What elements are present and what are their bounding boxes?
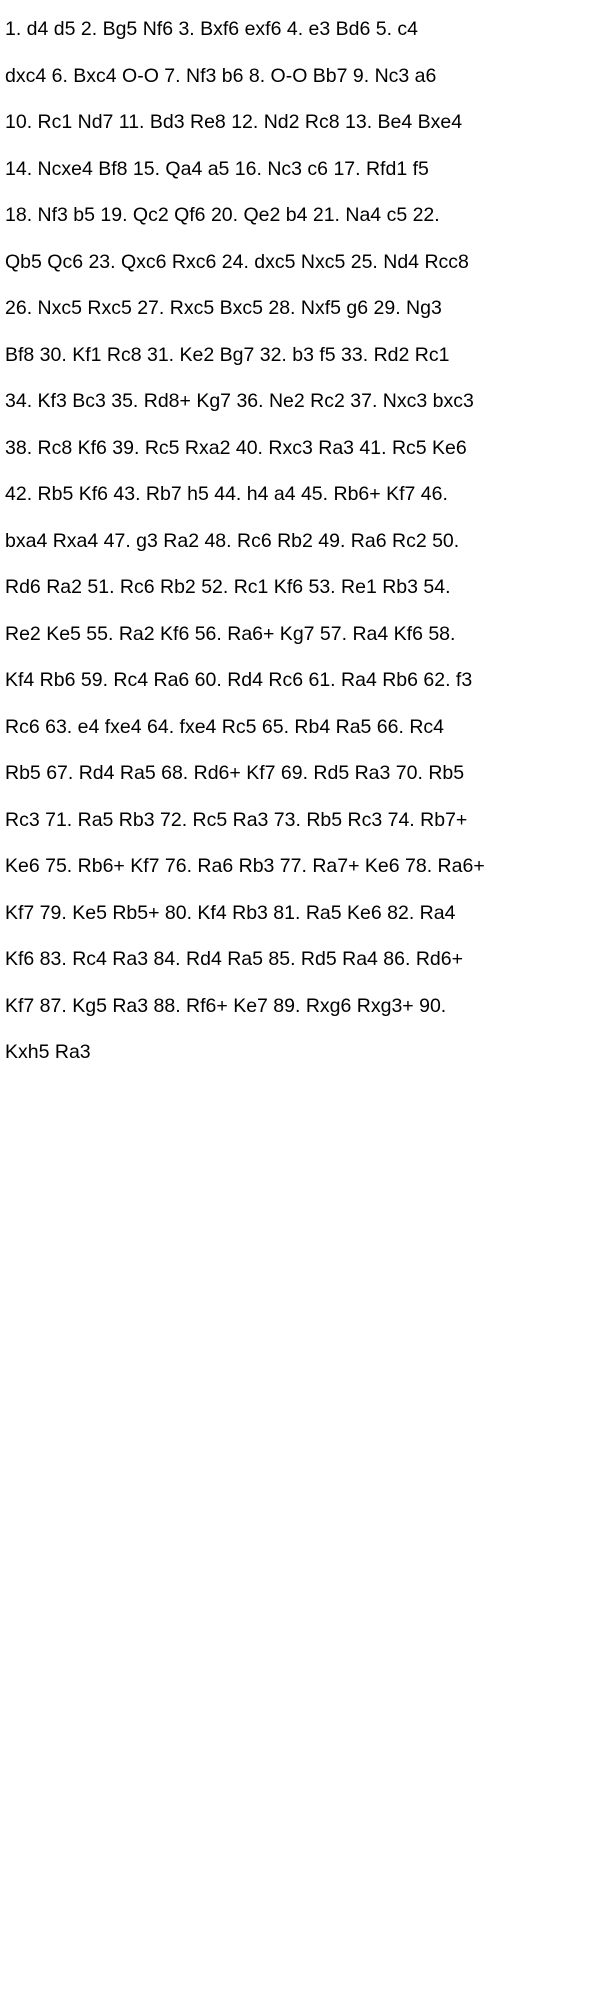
chess-move-list: 1. d4 d5 2. Bg5 Nf6 3. Bxf6 exf6 4. e3 B… [5, 6, 595, 1076]
move-line: Qb5 Qc6 23. Qxc6 Rxc6 24. dxc5 Nxc5 25. … [5, 250, 469, 273]
move-line: 42. Rb5 Kf6 43. Rb7 h5 44. h4 a4 45. Rb6… [5, 483, 448, 505]
move-line: 10. Rc1 Nd7 11. Bd3 Re8 12. Nd2 Rc8 13. … [5, 111, 463, 133]
move-line: 1. d4 d5 2. Bg5 Nf6 3. Bxf6 exf6 4. e3 B… [5, 18, 419, 40]
move-line: Re2 Ke5 55. Ra2 Kf6 56. Ra6+ Kg7 57. Ra4… [5, 622, 456, 645]
move-line: Kf7 87. Kg5 Ra3 88. Rf6+ Ke7 89. Rxg6 Rx… [5, 994, 447, 1017]
move-line: Rc6 63. e4 fxe4 64. fxe4 Rc5 65. Rb4 Ra5… [5, 715, 445, 738]
move-line: Rb5 67. Rd4 Ra5 68. Rd6+ Kf7 69. Rd5 Ra3… [5, 762, 465, 784]
move-line: Rd6 Ra2 51. Rc6 Rb2 52. Rc1 Kf6 53. Re1 … [5, 576, 451, 598]
move-line: Ke6 75. Rb6+ Kf7 76. Ra6 Rb3 77. Ra7+ Ke… [5, 855, 485, 877]
move-line: Rc3 71. Ra5 Rb3 72. Rc5 Ra3 73. Rb5 Rc3 … [5, 808, 468, 831]
move-line: 26. Nxc5 Rxc5 27. Rxc5 Bxc5 28. Nxf5 g6 … [5, 297, 442, 319]
move-line: 18. Nf3 b5 19. Qc2 Qf6 20. Qe2 b4 21. Na… [5, 204, 440, 226]
move-line: Kf7 79. Ke5 Rb5+ 80. Kf4 Rb3 81. Ra5 Ke6… [5, 901, 456, 924]
move-line: Kxh5 Ra3 [5, 1041, 91, 1063]
move-line: dxc4 6. Bxc4 O-O 7. Nf3 b6 8. O-O Bb7 9.… [5, 64, 437, 87]
move-line: Bf8 30. Kf1 Rc8 31. Ke2 Bg7 32. b3 f5 33… [5, 343, 450, 366]
move-line: Kf4 Rb6 59. Rc4 Ra6 60. Rd4 Rc6 61. Ra4 … [5, 669, 473, 691]
move-line: 34. Kf3 Bc3 35. Rd8+ Kg7 36. Ne2 Rc2 37.… [5, 390, 474, 412]
move-line: bxa4 Rxa4 47. g3 Ra2 48. Rc6 Rb2 49. Ra6… [5, 529, 460, 552]
move-line: Kf6 83. Rc4 Ra3 84. Rd4 Ra5 85. Rd5 Ra4 … [5, 948, 463, 970]
move-line: 38. Rc8 Kf6 39. Rc5 Rxa2 40. Rxc3 Ra3 41… [5, 436, 467, 459]
move-line: 14. Ncxe4 Bf8 15. Qa4 a5 16. Nc3 c6 17. … [5, 157, 429, 180]
